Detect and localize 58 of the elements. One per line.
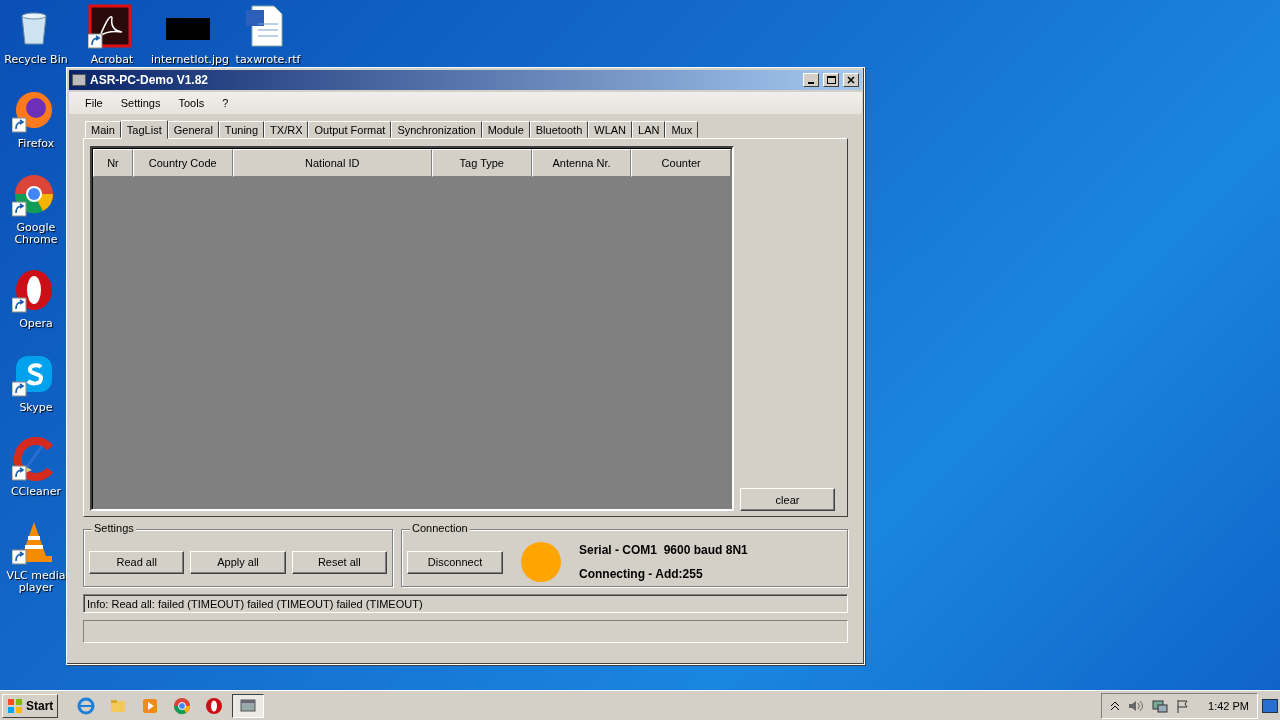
settings-button[interactable]: Read all — [89, 550, 185, 574]
connection-status: Serial - COM1 9600 baud 8N1 — [579, 543, 748, 557]
speaker-icon[interactable] — [1128, 698, 1145, 713]
disconnect-button[interactable]: Disconnect — [407, 550, 503, 574]
settings-button[interactable]: Apply all — [190, 550, 286, 574]
app-icon — [72, 74, 86, 86]
start-button[interactable]: Start — [2, 693, 59, 718]
tab[interactable]: General — [167, 121, 219, 138]
connection-status: Connecting - Add:255 — [579, 567, 704, 581]
maximize-button[interactable] — [823, 73, 839, 87]
column-header[interactable]: National ID — [232, 149, 432, 177]
icon-label: Firefox — [17, 138, 55, 150]
menu-item[interactable]: Settings — [112, 95, 169, 111]
close-icon — [847, 76, 855, 84]
network-icon[interactable] — [1152, 698, 1169, 713]
column-header[interactable]: Tag Type — [431, 149, 532, 177]
menu-item[interactable]: ? — [214, 95, 237, 111]
icon-label: VLC media player — [5, 570, 67, 594]
clock[interactable]: 1:42 PM — [1208, 699, 1249, 712]
maximize-icon — [826, 76, 836, 84]
tab[interactable]: Output Format — [308, 121, 392, 138]
show-desktop-icon[interactable] — [1262, 698, 1278, 713]
group-title: Connection — [410, 522, 470, 534]
icon-label: Google Chrome — [13, 222, 59, 246]
menu-item[interactable]: Tools — [170, 95, 213, 111]
tab[interactable]: LAN — [632, 121, 666, 138]
icon-label: taxwrote.rtf — [235, 54, 301, 66]
column-header[interactable]: Country Code — [132, 149, 233, 177]
clear-button[interactable]: clear — [740, 488, 835, 511]
tab[interactable]: TX/RX — [264, 121, 309, 138]
chevron-icon[interactable] — [1110, 699, 1121, 712]
icon-label: Opera — [19, 318, 53, 330]
tab[interactable]: TagList — [120, 120, 168, 139]
icon-label: Recycle Bin — [4, 54, 68, 66]
flag-icon[interactable] — [1176, 698, 1191, 713]
close-button[interactable] — [843, 73, 859, 87]
settings-button[interactable]: Reset all — [291, 550, 387, 574]
icon-label: Acrobat — [90, 54, 134, 66]
tab[interactable]: Main — [85, 121, 121, 138]
tab[interactable]: Module — [481, 121, 530, 138]
icon-label: internetlot.jpg — [150, 54, 230, 66]
windows-logo-icon — [7, 697, 23, 714]
info-bar: Info: Read all: failed (TIMEOUT) failed (TIMEOUT) failed (TIMEOUT) — [83, 594, 848, 613]
group-title: Settings — [92, 522, 136, 534]
tab[interactable]: Synchronization — [391, 121, 482, 138]
column-header[interactable]: Nr — [93, 149, 133, 177]
window-title: ASR-PC-Demo V1.82 — [90, 73, 210, 87]
column-header[interactable]: Antenna Nr. — [531, 149, 632, 177]
column-header[interactable]: Counter — [631, 149, 731, 177]
menu-item[interactable]: File — [77, 95, 111, 111]
tab[interactable]: Mux — [665, 121, 699, 138]
tab[interactable]: Tuning — [218, 121, 265, 138]
icon-label: CCleaner — [10, 486, 62, 498]
window-icon[interactable] — [232, 693, 265, 718]
tab[interactable]: Bluetooth — [529, 121, 589, 138]
minimize-button[interactable] — [803, 73, 819, 87]
tab[interactable]: WLAN — [588, 121, 633, 138]
icon-label: Skype — [19, 402, 53, 414]
